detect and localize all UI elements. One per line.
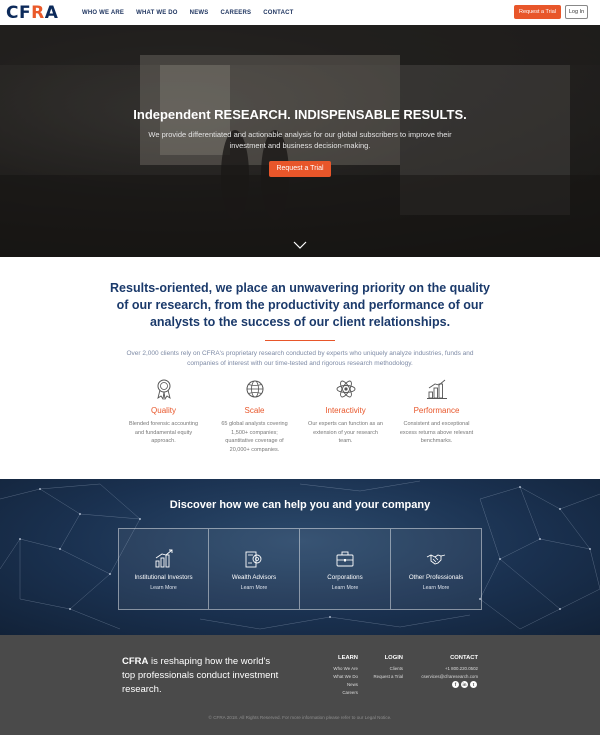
card-title: Wealth Advisors xyxy=(231,574,277,581)
nav-who-we-are[interactable]: WHO WE ARE xyxy=(82,10,124,16)
twitter-icon[interactable]: t xyxy=(470,681,477,688)
feature-desc: Our experts can function as an extension… xyxy=(308,421,383,444)
logo-text-end: A xyxy=(44,3,59,23)
footer-link-request-trial[interactable]: Request a Trial xyxy=(362,673,403,681)
footer-login-heading: LOGIN xyxy=(384,655,403,661)
feature-desc: 65 global analysts covering 1,500+ compa… xyxy=(221,421,288,453)
footer-link-news[interactable]: News xyxy=(318,681,358,689)
atom-icon xyxy=(336,380,355,398)
card-institutional-investors[interactable]: Institutional Investors Learn More xyxy=(118,528,209,610)
learn-more-link[interactable]: Learn More xyxy=(300,585,390,591)
logo-text-accent: R xyxy=(31,3,45,23)
feature-performance: Performance Consistent and exceptional e… xyxy=(391,378,482,454)
learn-more-link[interactable]: Learn More xyxy=(391,585,481,591)
top-nav: CFRA WHO WE ARE WHAT WE DO NEWS CAREERS … xyxy=(0,0,600,25)
features-row: Quality Blended forensic accounting and … xyxy=(118,378,482,454)
logo-text-main: CF xyxy=(6,3,32,23)
section-divider xyxy=(265,340,335,341)
footer-email[interactable]: cservices@cfraresearch.com xyxy=(418,673,478,681)
card-title: Corporations xyxy=(327,574,363,581)
footer-link-clients[interactable]: Clients xyxy=(362,665,403,673)
footer-contact-column: CONTACT +1 800.220.0502 cservices@cfrare… xyxy=(418,655,478,681)
footer-link-who-we-are[interactable]: Who We Are xyxy=(318,665,358,673)
card-title: Other Professionals xyxy=(408,574,464,581)
nav-news[interactable]: NEWS xyxy=(190,10,209,16)
nav-what-we-do[interactable]: WHAT WE DO xyxy=(136,10,178,16)
footer-link-careers[interactable]: Careers xyxy=(318,689,358,697)
hero-title: Independent RESEARCH. INDISPENSABLE RESU… xyxy=(133,107,467,122)
learn-more-link[interactable]: Learn More xyxy=(209,585,299,591)
results-body: Over 2,000 clients rely on CFRA's propri… xyxy=(126,350,474,367)
discover-section: Discover how we can help you and your co… xyxy=(0,479,600,635)
feature-quality: Quality Blended forensic accounting and … xyxy=(118,378,209,454)
briefcase-icon xyxy=(336,551,354,567)
award-ribbon-icon xyxy=(156,379,171,400)
results-heading: Results-oriented, we place an unwavering… xyxy=(110,281,490,329)
feature-desc: Blended forensic accounting and fundamen… xyxy=(128,421,199,444)
feature-title: Interactivity xyxy=(325,406,366,415)
copyright-text: © CFRA 2018. All Rights Reserved. For mo… xyxy=(208,715,392,720)
discover-title: Discover how we can help you and your co… xyxy=(169,499,431,511)
social-links: f in t xyxy=(452,681,477,688)
feature-title: Scale xyxy=(244,406,265,415)
footer-tagline: CFRA is reshaping how the world's top pr… xyxy=(122,655,282,697)
card-wealth-advisors[interactable]: Wealth Advisors Learn More xyxy=(209,528,300,610)
feature-scale: Scale 65 global analysts covering 1,500+… xyxy=(209,378,300,454)
cfra-logo[interactable]: CFRA xyxy=(6,3,58,23)
footer-contact-heading: CONTACT xyxy=(450,655,478,661)
feature-title: Quality xyxy=(151,406,176,415)
feature-interactivity: Interactivity Our experts can function a… xyxy=(300,378,391,454)
growth-chart-icon xyxy=(155,549,173,568)
chevron-down-icon[interactable] xyxy=(293,240,307,250)
footer-link-what-we-do[interactable]: What We Do xyxy=(318,673,358,681)
feature-desc: Consistent and exceptional excess return… xyxy=(399,421,474,444)
wealth-gear-icon xyxy=(245,551,262,568)
handshake-icon xyxy=(426,554,446,565)
nav-careers[interactable]: CAREERS xyxy=(220,10,251,16)
bar-chart-icon xyxy=(426,379,447,399)
footer-login-column: LOGIN Clients Request a Trial xyxy=(362,655,403,681)
login-button[interactable]: Log In xyxy=(565,5,588,19)
linkedin-icon[interactable]: in xyxy=(461,681,468,688)
footer-brand: CFRA xyxy=(122,656,149,667)
hero-request-trial-button[interactable]: Request a Trial xyxy=(269,161,331,177)
feature-title: Performance xyxy=(413,406,460,415)
hero-subtitle: We provide differentiated and actionable… xyxy=(148,130,452,150)
card-title: Institutional Investors xyxy=(134,574,193,581)
nav-contact[interactable]: CONTACT xyxy=(263,10,293,16)
footer-phone[interactable]: +1 800.220.0502 xyxy=(418,665,478,673)
footer: CFRA is reshaping how the world's top pr… xyxy=(0,635,600,735)
footer-learn-heading: LEARN xyxy=(338,655,358,661)
learn-more-link[interactable]: Learn More xyxy=(119,585,208,591)
card-other-professionals[interactable]: Other Professionals Learn More xyxy=(391,528,482,610)
request-trial-button[interactable]: Request a Trial xyxy=(514,5,561,19)
facebook-icon[interactable]: f xyxy=(452,681,459,688)
card-corporations[interactable]: Corporations Learn More xyxy=(300,528,391,610)
hero-section: Independent RESEARCH. INDISPENSABLE RESU… xyxy=(0,25,600,257)
globe-icon xyxy=(246,380,263,398)
nav-links: WHO WE ARE WHAT WE DO NEWS CAREERS CONTA… xyxy=(82,10,294,16)
footer-learn-column: LEARN Who We Are What We Do News Careers xyxy=(318,655,358,697)
audience-cards: Institutional Investors Learn More Wealt… xyxy=(118,528,482,610)
